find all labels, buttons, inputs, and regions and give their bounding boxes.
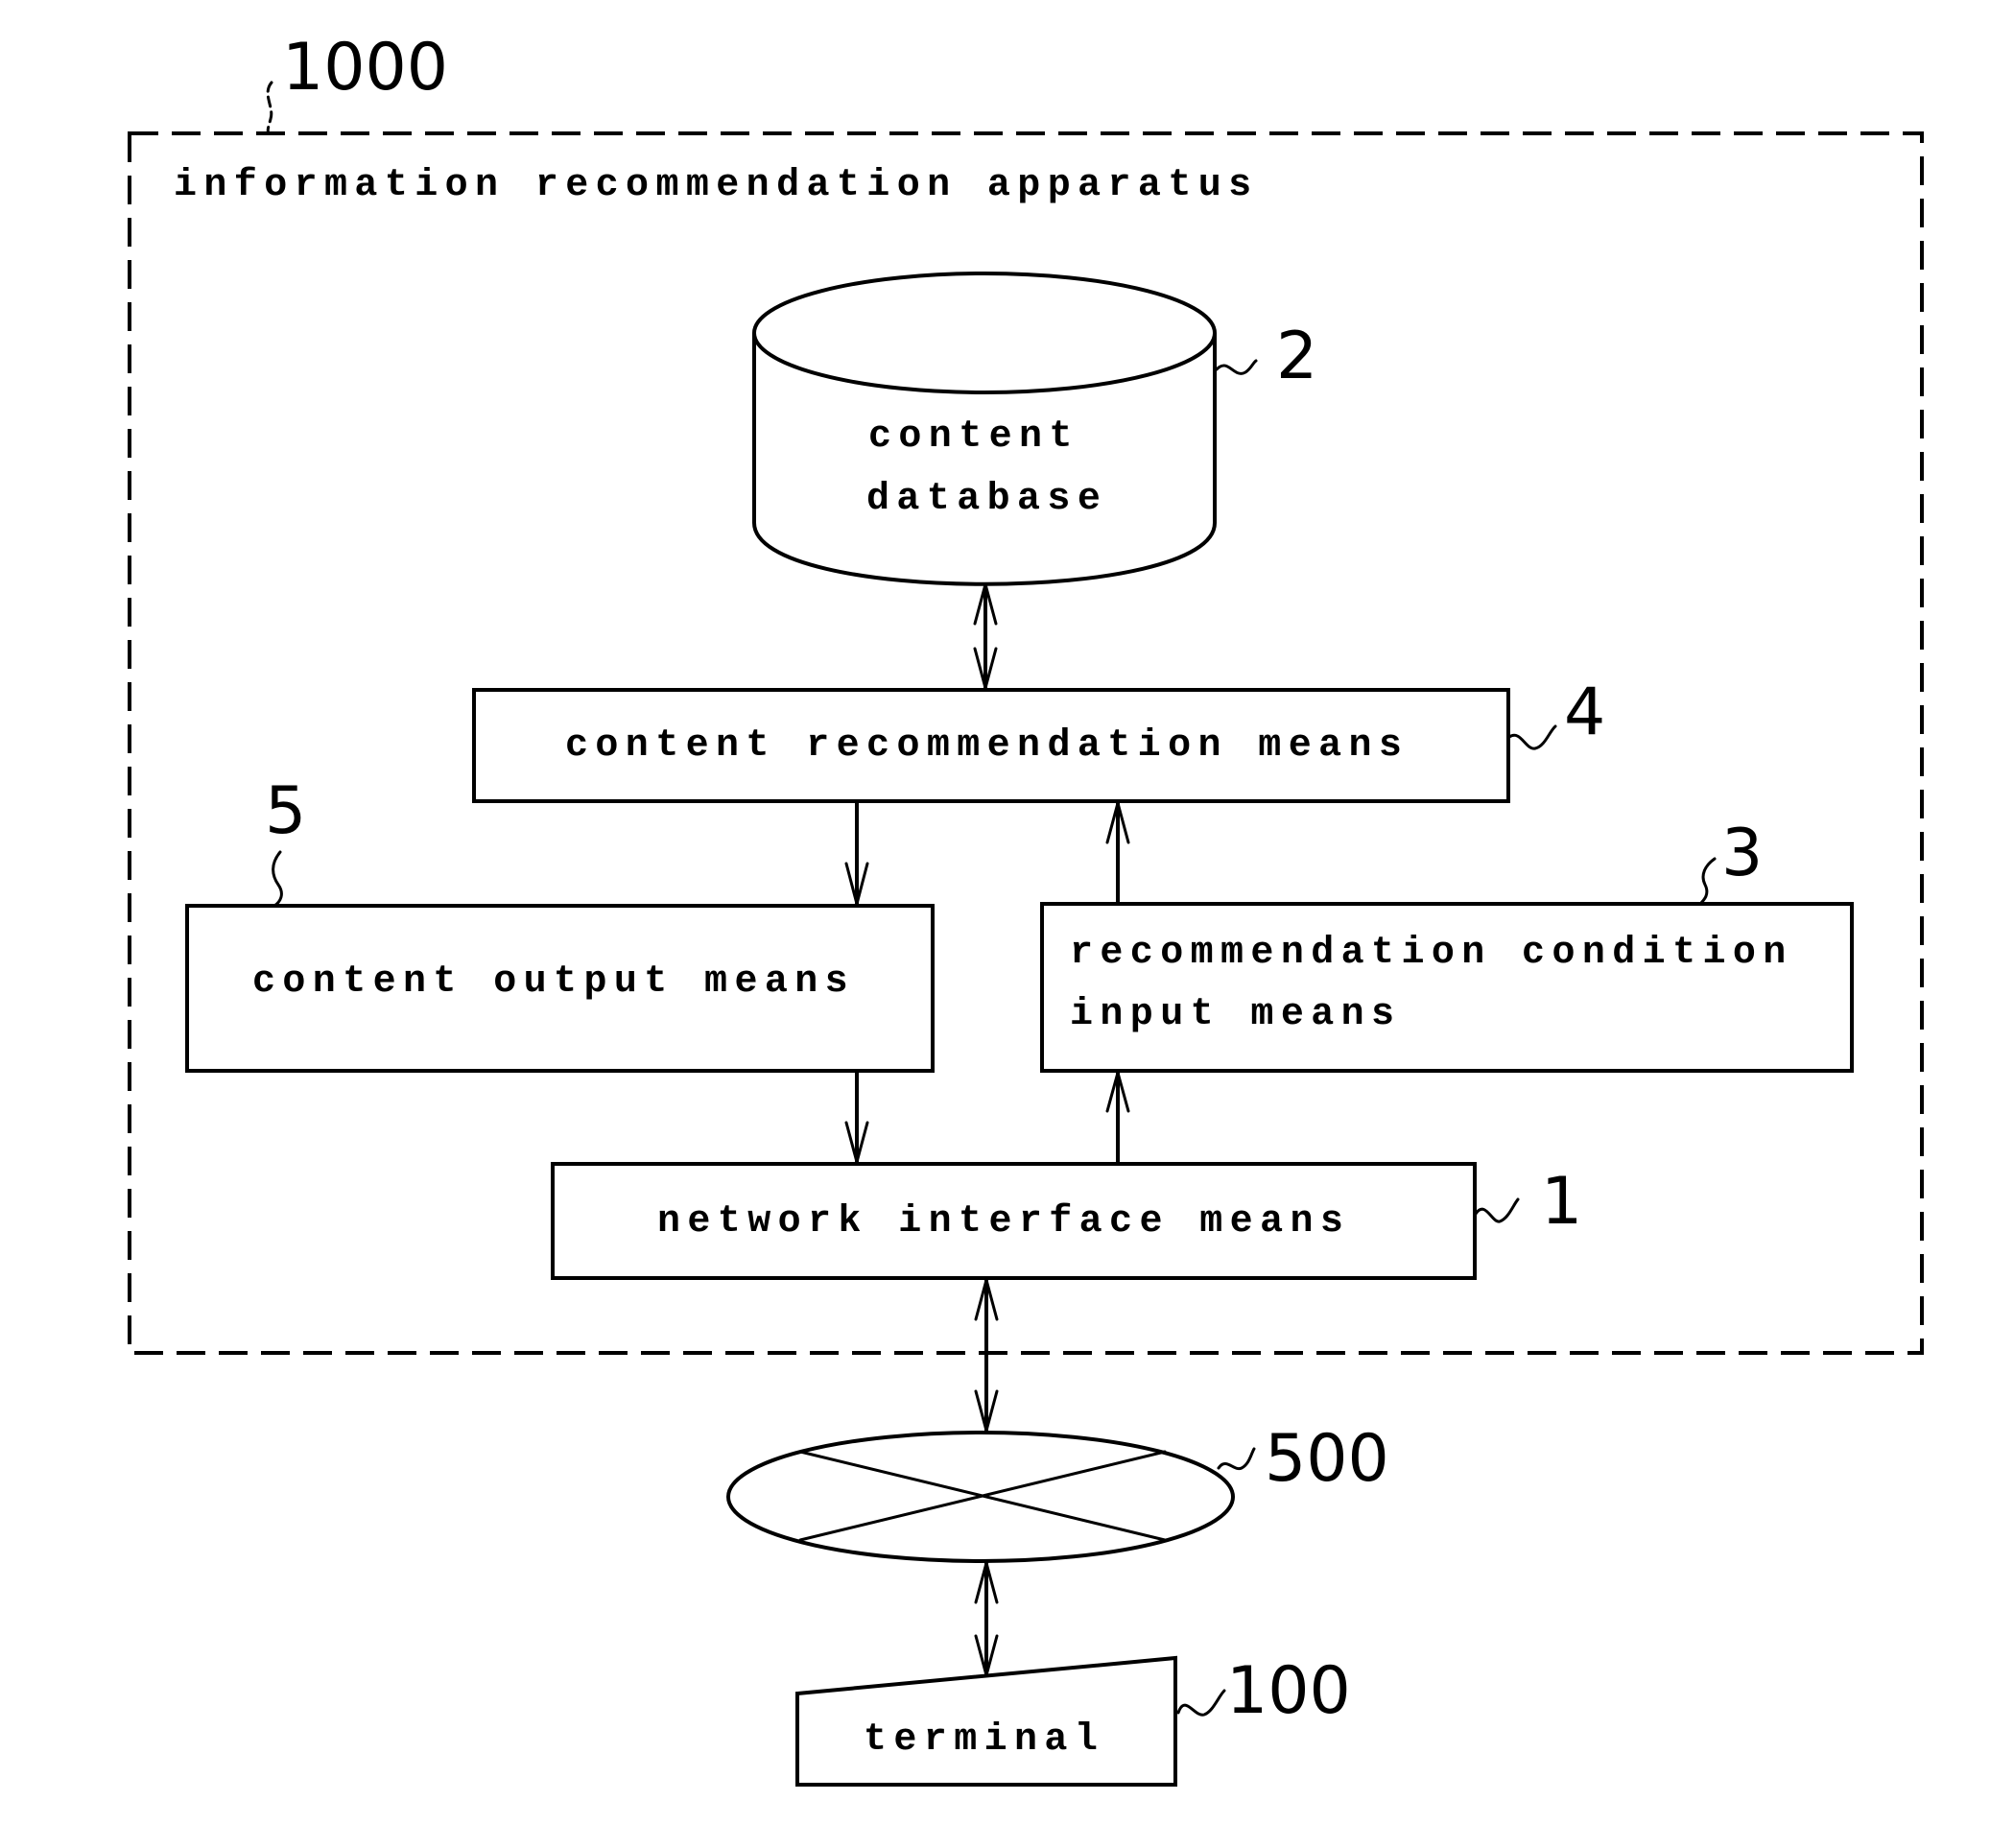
ref-1-label: 1	[1541, 1164, 1582, 1240]
ref-5-leader	[272, 850, 283, 908]
arrow-condition-to-recommendation	[1105, 801, 1130, 906]
ref-1000-label: 1000	[282, 30, 448, 106]
arrow-network-terminal	[974, 1561, 999, 1677]
ref-2-leader	[1215, 359, 1258, 375]
ref-3-leader	[1698, 857, 1717, 906]
content-database-label-line1: content	[868, 415, 1079, 459]
arrow-network-interface-to-condition	[1105, 1071, 1130, 1166]
ref-1000-leader	[266, 81, 273, 135]
network-node: 500	[726, 1421, 1389, 1563]
network-interface-label: network interface means	[657, 1200, 1350, 1244]
content-output-label: content output means	[252, 960, 855, 1004]
content-database-label-line2: database	[866, 478, 1107, 521]
terminal-node: terminal 100	[795, 1653, 1351, 1787]
recommendation-condition-input-label-line1: recommendation condition	[1070, 932, 1793, 975]
ref-4-leader	[1507, 724, 1557, 750]
recommendation-condition-input-node: recommendation condition input means 3	[1040, 816, 1854, 1073]
terminal-label: terminal	[864, 1718, 1104, 1762]
recommendation-condition-input-box	[1040, 902, 1854, 1073]
arrow-output-to-network-interface	[844, 1069, 869, 1164]
recommendation-condition-input-label-line2: input means	[1070, 993, 1401, 1036]
content-database-cylinder-top	[752, 272, 1217, 394]
ref-2-label: 2	[1276, 319, 1317, 394]
block-diagram: 1000 information recommendation apparatu…	[128, 30, 1924, 1787]
arrow-recommendation-to-output	[844, 799, 869, 906]
content-recommendation-node: content recommendation means 4	[472, 675, 1605, 803]
ref-500-leader	[1217, 1447, 1256, 1471]
ref-4-label: 4	[1564, 675, 1605, 750]
ref-3-label: 3	[1721, 816, 1763, 891]
content-recommendation-label: content recommendation means	[565, 724, 1409, 768]
ref-500-label: 500	[1265, 1421, 1389, 1497]
network-interface-node: network interface means 1	[551, 1162, 1582, 1280]
arrow-database-recommendation	[973, 582, 998, 690]
ref-1-leader	[1474, 1197, 1520, 1223]
arrow-network-interface-network	[974, 1278, 999, 1433]
ref-100-label: 100	[1226, 1653, 1351, 1729]
apparatus-title: information recommendation apparatus	[174, 164, 1259, 207]
content-database-node: content database 2	[752, 272, 1317, 586]
ref-100-leader	[1176, 1689, 1226, 1717]
content-output-node: content output means 5	[185, 773, 935, 1073]
ref-5-label: 5	[265, 773, 306, 849]
